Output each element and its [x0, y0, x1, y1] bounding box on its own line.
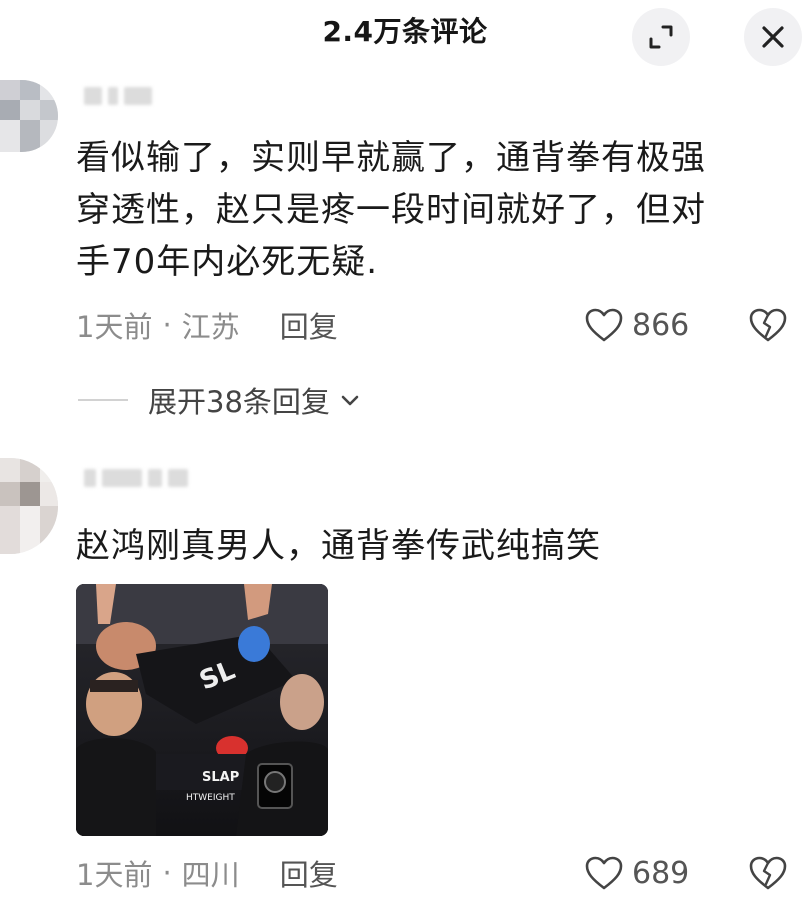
comment-time: 1天前	[76, 310, 153, 344]
like-count: 689	[632, 855, 690, 891]
expand-button[interactable]	[632, 8, 690, 66]
chevron-down-icon	[341, 395, 359, 406]
comment-text: 赵鸿刚真男人，通背拳传武纯搞笑	[76, 520, 776, 572]
expand-replies-button[interactable]: 展开38条回复	[78, 380, 362, 420]
like-count: 866	[632, 307, 690, 343]
avatar[interactable]	[0, 80, 58, 152]
photo-banner-text: SLAP	[202, 770, 239, 785]
comment-meta: 1天前 · 四川 回复	[76, 853, 338, 893]
username-blurred[interactable]	[84, 466, 188, 490]
photo-banner-subtext: HTWEIGHT	[186, 793, 235, 803]
avatar[interactable]	[0, 458, 58, 554]
comments-header: 2.4万条评论	[0, 0, 810, 66]
broken-heart-icon	[749, 856, 787, 890]
expand-icon	[649, 25, 673, 49]
comment-photo[interactable]: SL SLAP HTWEIGHT	[76, 584, 328, 836]
comment-text-line: 看似输了，实则早就赢了，通背拳有极强	[76, 138, 706, 178]
meta-separator: ·	[162, 308, 172, 342]
reply-button[interactable]: 回复	[280, 304, 338, 346]
dislike-button[interactable]	[748, 853, 788, 893]
comment-time: 1天前	[76, 858, 153, 892]
heart-icon	[585, 308, 623, 342]
broken-heart-icon	[749, 308, 787, 342]
reply-button[interactable]: 回复	[280, 852, 338, 894]
comment-text-line: 手70年内必死无疑.	[76, 242, 379, 282]
dislike-button[interactable]	[748, 305, 788, 345]
heart-icon	[585, 856, 623, 890]
like-button[interactable]: 866	[584, 305, 689, 345]
like-button[interactable]: 689	[584, 853, 689, 893]
comment-location: 四川	[181, 858, 240, 892]
close-icon	[762, 26, 784, 48]
comment-text-line: 赵鸿刚真男人，通背拳传武纯搞笑	[76, 526, 601, 566]
comment-text-line: 穿透性，赵只是疼一段时间就好了，但对	[76, 190, 706, 230]
meta-separator: ·	[162, 856, 172, 890]
divider-line	[78, 399, 128, 401]
photo-image: SL SLAP HTWEIGHT	[76, 584, 328, 836]
username-blurred[interactable]	[84, 84, 152, 108]
comment-location: 江苏	[181, 310, 240, 344]
close-button[interactable]	[744, 8, 802, 66]
comment-meta: 1天前 · 江苏 回复	[76, 305, 338, 345]
expand-replies-label: 展开38条回复	[148, 385, 330, 419]
comment-text: 看似输了，实则早就赢了，通背拳有极强 穿透性，赵只是疼一段时间就好了，但对 手7…	[76, 132, 776, 288]
